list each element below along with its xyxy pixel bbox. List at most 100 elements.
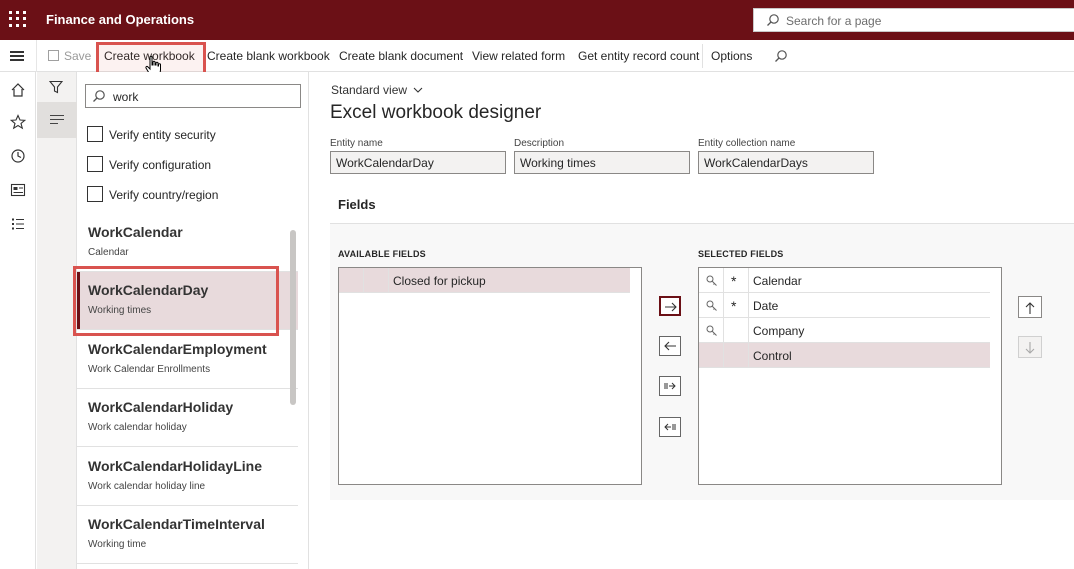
entity-name-label: Entity name bbox=[330, 138, 383, 149]
entity-collection-name-label: Entity collection name bbox=[698, 138, 796, 149]
star-icon[interactable] bbox=[10, 114, 26, 130]
selected-fields-label: SELECTED FIELDS bbox=[698, 249, 784, 259]
key-icon bbox=[706, 300, 717, 311]
view-selector[interactable]: Standard view bbox=[331, 83, 423, 97]
main-content: Standard view Excel workbook designer En… bbox=[310, 72, 1074, 569]
home-icon[interactable] bbox=[10, 82, 26, 98]
chevron-down-icon bbox=[414, 87, 423, 93]
add-all-fields-button[interactable] bbox=[659, 376, 681, 396]
list-item-subtitle: Working time bbox=[88, 539, 147, 550]
highlight-box bbox=[73, 266, 279, 336]
list-icon bbox=[50, 115, 64, 127]
list-item-subtitle: Work Calendar Enrollments bbox=[88, 364, 211, 375]
list-item-subtitle: Work calendar holiday bbox=[88, 422, 187, 433]
entity-collection-name-field[interactable]: WorkCalendarDays bbox=[698, 151, 874, 174]
row-cell bbox=[364, 268, 389, 293]
list-item[interactable]: WorkCalendar Calendar bbox=[77, 214, 298, 272]
arrow-left-icon bbox=[664, 341, 676, 351]
field-name: Company bbox=[753, 324, 805, 338]
create-blank-workbook-button[interactable]: Create blank workbook bbox=[207, 49, 330, 63]
arrow-up-icon bbox=[1025, 302, 1035, 314]
list-item-title: WorkCalendarHoliday bbox=[88, 399, 234, 415]
workspace-icon[interactable] bbox=[10, 182, 26, 198]
list-item[interactable]: WorkCalendarEmployment Work Calendar Enr… bbox=[77, 331, 298, 389]
top-bar: Finance and Operations Search for a page bbox=[0, 0, 1074, 40]
list-scrollbar[interactable] bbox=[290, 230, 296, 405]
page-search-input[interactable]: Search for a page bbox=[753, 8, 1074, 32]
checkbox-label: Verify entity security bbox=[109, 128, 216, 142]
entity-name-field[interactable]: WorkCalendarDay bbox=[330, 151, 506, 174]
fields-section-title: Fields bbox=[338, 197, 376, 212]
search-icon[interactable] bbox=[774, 49, 788, 63]
description-label: Description bbox=[514, 138, 565, 149]
selected-fields-grid[interactable]: * Calendar * Date Company Control bbox=[698, 267, 1002, 485]
list-item[interactable]: WorkCalendarTimeInterval Working time bbox=[77, 506, 298, 564]
table-row[interactable]: Control bbox=[699, 343, 990, 368]
page-title: Excel workbook designer bbox=[330, 102, 542, 123]
filter-column bbox=[37, 72, 77, 569]
field-name: Control bbox=[753, 349, 792, 363]
row-cell bbox=[724, 318, 749, 343]
list-item-title: WorkCalendarHolidayLine bbox=[88, 458, 263, 474]
list-item-title: WorkCalendarTimeInterval bbox=[88, 516, 265, 532]
save-button[interactable]: Save bbox=[64, 49, 91, 63]
divider bbox=[702, 44, 703, 68]
move-down-button[interactable] bbox=[1018, 336, 1042, 358]
add-all-icon bbox=[664, 382, 676, 390]
fields-section: Fields AVAILABLE FIELDS Closed for picku… bbox=[330, 186, 1074, 500]
get-entity-record-count-button[interactable]: Get entity record count bbox=[578, 49, 699, 63]
list-item-subtitle: Work calendar holiday line bbox=[88, 481, 206, 492]
list-item[interactable]: WorkCalendarHoliday Work calendar holida… bbox=[77, 389, 298, 447]
view-selector-label: Standard view bbox=[331, 83, 408, 97]
view-related-form-button[interactable]: View related form bbox=[472, 49, 565, 63]
remove-all-icon bbox=[664, 423, 676, 431]
fields-section-header[interactable]: Fields bbox=[330, 186, 1074, 224]
row-cell bbox=[724, 343, 749, 368]
checkbox[interactable] bbox=[87, 126, 103, 142]
checkbox-label: Verify configuration bbox=[109, 158, 212, 172]
arrow-down-icon bbox=[1025, 342, 1035, 354]
row-cell bbox=[699, 343, 724, 368]
create-blank-document-button[interactable]: Create blank document bbox=[339, 49, 463, 63]
clock-icon[interactable] bbox=[10, 148, 26, 164]
remove-all-fields-button[interactable] bbox=[659, 417, 681, 437]
row-cell bbox=[699, 268, 724, 293]
row-cell bbox=[339, 268, 364, 293]
checkbox[interactable] bbox=[87, 186, 103, 202]
required-mark: * bbox=[731, 273, 737, 289]
modules-list-icon[interactable] bbox=[10, 216, 26, 232]
available-fields-grid[interactable]: Closed for pickup bbox=[338, 267, 642, 485]
list-item[interactable]: WorkCalendarHolidayLine Work calendar ho… bbox=[77, 448, 298, 506]
checkbox-label: Verify country/region bbox=[109, 188, 219, 202]
list-item-title: WorkCalendarEmployment bbox=[88, 341, 267, 357]
list-view-toggle[interactable] bbox=[37, 102, 77, 138]
hamburger-menu-icon[interactable] bbox=[10, 51, 24, 61]
required-mark: * bbox=[731, 298, 737, 314]
arrow-right-icon bbox=[665, 302, 677, 312]
available-fields-label: AVAILABLE FIELDS bbox=[338, 249, 426, 259]
table-row[interactable]: Company bbox=[699, 318, 990, 343]
search-icon bbox=[767, 14, 779, 26]
field-name: Closed for pickup bbox=[393, 274, 486, 288]
description-field[interactable]: Working times bbox=[514, 151, 690, 174]
app-launcher-icon[interactable] bbox=[8, 10, 26, 28]
table-row[interactable]: * Date bbox=[699, 293, 990, 318]
move-up-button[interactable] bbox=[1018, 296, 1042, 318]
entity-filter-input[interactable]: work bbox=[85, 84, 301, 108]
nav-rail bbox=[0, 72, 36, 569]
table-row[interactable]: Closed for pickup bbox=[339, 268, 630, 293]
table-row[interactable]: * Calendar bbox=[699, 268, 990, 293]
app-title[interactable]: Finance and Operations bbox=[46, 12, 194, 27]
list-item-title: WorkCalendar bbox=[88, 224, 183, 240]
filter-icon[interactable] bbox=[49, 80, 63, 94]
key-icon bbox=[706, 275, 717, 286]
remove-field-button[interactable] bbox=[659, 336, 681, 356]
entity-filter-value: work bbox=[113, 90, 139, 104]
field-name: Calendar bbox=[753, 274, 802, 288]
search-placeholder: Search for a page bbox=[786, 14, 882, 28]
row-cell bbox=[699, 293, 724, 318]
divider bbox=[36, 40, 37, 72]
checkbox[interactable] bbox=[87, 156, 103, 172]
add-field-button[interactable] bbox=[659, 296, 681, 316]
options-tab[interactable]: Options bbox=[711, 49, 752, 63]
